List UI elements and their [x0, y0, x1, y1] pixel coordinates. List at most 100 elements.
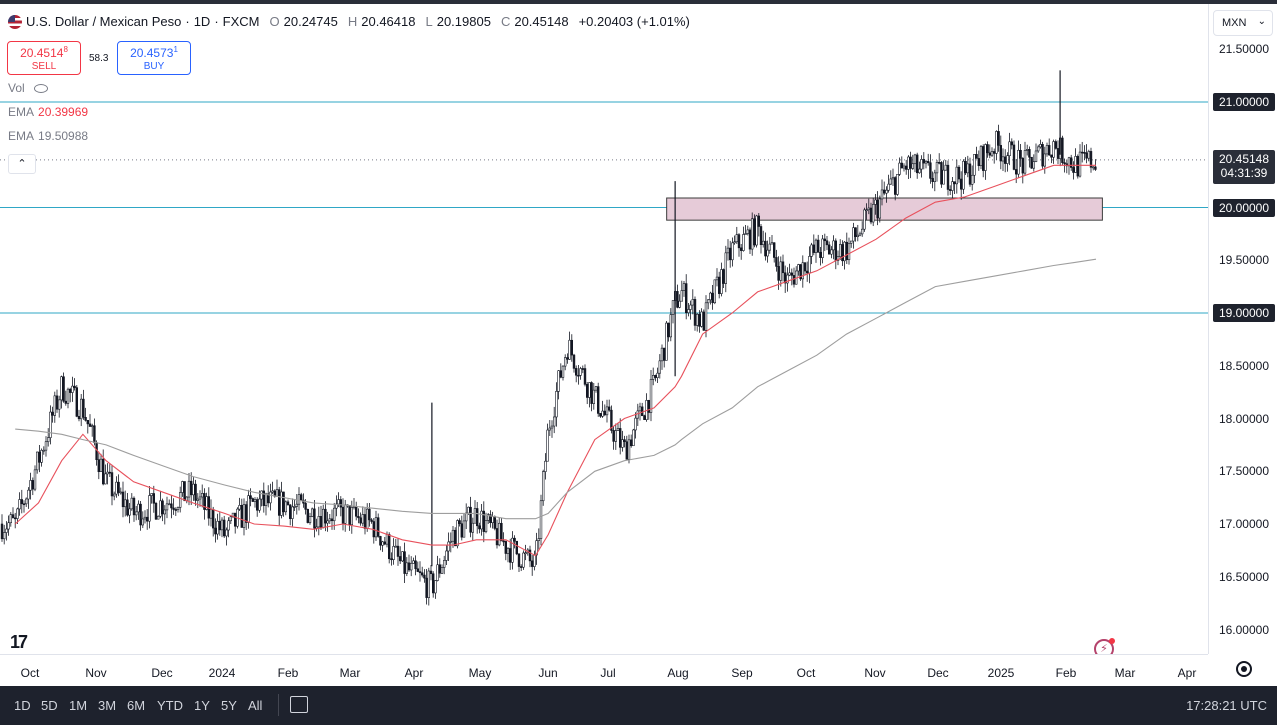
candle-down: [84, 417, 87, 421]
candle-up: [1092, 166, 1095, 169]
timeframe-button-3m[interactable]: 3M: [98, 698, 116, 713]
candle-down: [55, 395, 59, 410]
timeframe-label[interactable]: 1D: [194, 14, 211, 29]
time-tick-label: Jul: [600, 666, 616, 680]
candle-down: [82, 398, 85, 418]
timeframe-button-ytd[interactable]: YTD: [157, 698, 183, 713]
candle-down: [590, 382, 593, 404]
candle-down: [583, 368, 587, 385]
last-price-tag: 20.45148 04:31:39: [1213, 149, 1275, 184]
candle-down: [1010, 141, 1014, 146]
candle-up: [1001, 156, 1005, 162]
candle-down: [739, 247, 743, 251]
candle-up: [671, 300, 675, 315]
candle-down: [117, 481, 120, 493]
candle-down: [922, 159, 926, 164]
timeframe-button-1m[interactable]: 1M: [69, 698, 87, 713]
candle-up: [451, 529, 455, 542]
candle-up: [537, 538, 541, 541]
candle-down: [792, 275, 796, 285]
candle-up: [297, 494, 301, 505]
candle-down: [775, 257, 778, 267]
candle-down: [528, 549, 532, 562]
candle-up: [159, 500, 162, 517]
candle-up: [788, 272, 791, 276]
candle-down: [390, 558, 393, 561]
candle-up: [130, 497, 133, 510]
volume-indicator[interactable]: Vol: [8, 81, 49, 95]
utc-clock[interactable]: 17:28:21 UTC: [1186, 698, 1267, 713]
collapse-legend-button[interactable]: ⌃: [8, 154, 36, 174]
candle-down: [1012, 144, 1016, 170]
timeframe-button-5y[interactable]: 5Y: [221, 698, 237, 713]
candle-up: [1045, 145, 1049, 155]
candle-down: [97, 459, 101, 473]
price-tick-label: 17.50000: [1218, 464, 1269, 479]
candle-up: [1008, 141, 1011, 156]
high-value: 20.46418: [361, 14, 416, 29]
time-tick-label: 2025: [987, 666, 1015, 680]
price-axis[interactable]: MXN ⌄ 21.5000020.5000020.0000019.5000019…: [1208, 4, 1277, 654]
candle-up: [1043, 153, 1047, 167]
ema-slow-indicator[interactable]: EMA 19.50988: [8, 129, 88, 143]
candle-down: [20, 499, 23, 505]
timeframe-button-5d[interactable]: 5D: [41, 698, 58, 713]
candle-up: [310, 508, 314, 517]
chart-pane[interactable]: U.S. Dollar / Mexican Peso · 1D · FXCM O…: [0, 4, 1208, 654]
eye-off-icon[interactable]: [34, 84, 49, 94]
candle-up: [865, 209, 868, 212]
price-tick-label: 16.00000: [1218, 622, 1269, 637]
candle-down: [423, 574, 426, 579]
change-value: +0.20403 (+1.01%): [578, 14, 690, 29]
symbol-legend: U.S. Dollar / Mexican Peso · 1D · FXCM O…: [8, 14, 690, 29]
candle-up: [176, 507, 180, 510]
candle-up: [168, 503, 171, 506]
sell-button[interactable]: 20.45148 SELL: [7, 41, 81, 75]
candle-down: [986, 144, 989, 154]
candle-up: [638, 406, 642, 412]
candle-up: [53, 395, 57, 416]
buy-button[interactable]: 20.45731 BUY: [117, 41, 191, 75]
candle-up: [550, 425, 554, 429]
time-tick-label: Dec: [927, 666, 949, 680]
candle-up: [706, 299, 710, 304]
candle-down: [152, 493, 155, 504]
candle-down: [968, 163, 972, 185]
candle-down: [570, 339, 574, 356]
candle-down: [893, 177, 897, 195]
candle-down: [240, 504, 243, 528]
candle-up: [880, 189, 884, 200]
symbol-name[interactable]: U.S. Dollar / Mexican Peso: [26, 14, 181, 29]
candle-up: [680, 290, 684, 302]
timeframe-button-6m[interactable]: 6M: [127, 698, 145, 713]
candle-down: [475, 508, 479, 527]
candle-down: [255, 499, 259, 511]
timeframe-button-all[interactable]: All: [248, 698, 262, 713]
tradingview-logo-icon[interactable]: 17: [10, 632, 28, 653]
calendar-range-icon[interactable]: [290, 696, 308, 713]
candle-down: [915, 154, 919, 174]
price-chart-svg[interactable]: [0, 4, 1208, 654]
candle-up: [935, 161, 939, 174]
candle-down: [997, 131, 1000, 146]
time-axis[interactable]: Oct Nov Dec 2024 Feb Mar Apr May Jun Jul Aug Sep Oct…: [0, 654, 1208, 686]
timeframe-button-1d[interactable]: 1D: [14, 698, 31, 713]
candle-down: [504, 541, 507, 554]
settings-gear-icon[interactable]: [1236, 661, 1252, 677]
candle-up: [326, 520, 329, 524]
candle-down: [1063, 162, 1066, 165]
candle-up: [332, 507, 336, 522]
ema-fast-indicator[interactable]: EMA 20.39969: [8, 105, 88, 119]
candle-up: [814, 239, 818, 253]
candle-up: [181, 481, 184, 493]
lightning-icon[interactable]: ⚡: [1094, 638, 1115, 654]
currency-value: MXN: [1222, 17, 1247, 29]
currency-select[interactable]: MXN ⌄: [1213, 10, 1273, 36]
candle-up: [966, 163, 970, 174]
candle-down: [684, 283, 688, 314]
candle-up: [990, 151, 994, 156]
candle-up: [700, 311, 703, 327]
candle-up: [594, 386, 598, 391]
timeframe-button-1y[interactable]: 1Y: [194, 698, 210, 713]
chevron-up-icon: ⌃: [17, 158, 27, 170]
